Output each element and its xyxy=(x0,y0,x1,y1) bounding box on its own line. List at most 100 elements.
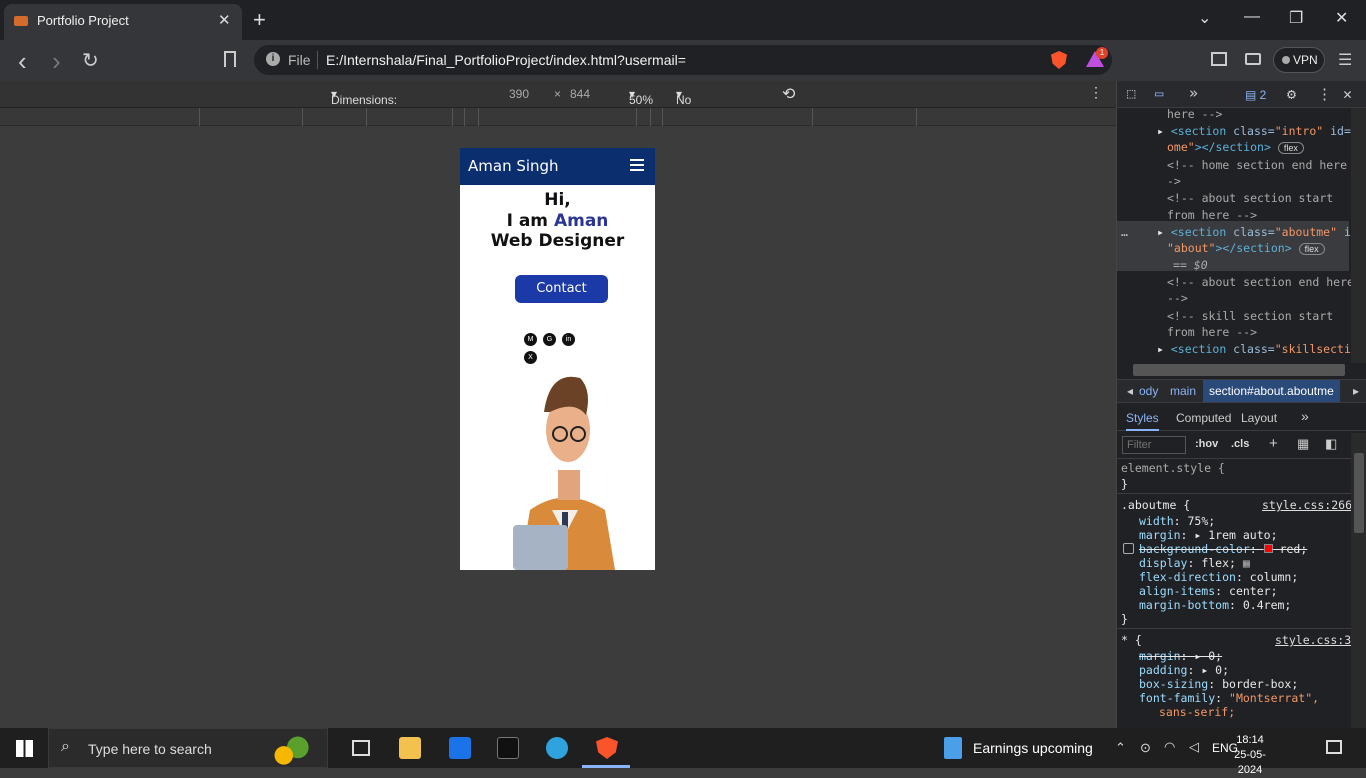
mail-icon[interactable] xyxy=(449,737,471,759)
devtools-panel: ⬚ ▭ » ▤ 2 ⚙ ⋮ ✕ here --> ▸ <section clas… xyxy=(1116,81,1366,728)
close-devtools-icon[interactable]: ✕ xyxy=(1343,85,1352,103)
github-icon[interactable]: G xyxy=(543,333,556,346)
rule-aboutme-source[interactable]: style.css:266 xyxy=(1262,498,1352,512)
tree-node-aboutme[interactable]: ▸ <section class="aboutme" id= xyxy=(1157,225,1365,239)
rule-close: } xyxy=(1121,612,1128,626)
toggle-sidebar-icon[interactable]: ◧ xyxy=(1325,436,1337,452)
cls-toggle[interactable]: .cls xyxy=(1231,438,1249,450)
height-input[interactable]: 844 xyxy=(570,87,590,101)
medium-icon[interactable]: M xyxy=(524,333,537,346)
css-declaration[interactable]: margin: ▸ 1rem auto; xyxy=(1139,528,1278,542)
intro-hi: Hi, xyxy=(544,190,571,210)
css-declaration[interactable]: display: flex; ▦ xyxy=(1139,556,1250,570)
color-swatch[interactable] xyxy=(1263,544,1273,553)
css-declaration[interactable]: padding: ▸ 0; xyxy=(1139,663,1229,677)
devtools-menu-icon[interactable]: ⋮ xyxy=(1317,85,1332,103)
css-declaration-overridden[interactable]: margin: ▸ 0; xyxy=(1139,649,1222,663)
linkedin-icon[interactable]: in xyxy=(562,333,575,346)
forward-button[interactable]: › xyxy=(52,46,61,77)
breadcrumb-prev-icon[interactable]: ◂ xyxy=(1127,384,1133,398)
declaration-checkbox[interactable] xyxy=(1123,543,1134,554)
rotate-icon[interactable]: ⟲ xyxy=(782,84,795,104)
wifi-icon[interactable]: ◠ xyxy=(1164,739,1175,755)
breadcrumb-item-active[interactable]: section#about.aboutme xyxy=(1203,380,1340,402)
file-explorer-icon[interactable] xyxy=(399,737,421,759)
filter-input[interactable] xyxy=(1122,436,1186,454)
clock[interactable]: 18:14 25-05-2024 xyxy=(1230,733,1270,778)
rule-element-style[interactable]: element.style { xyxy=(1121,461,1225,475)
css-declaration[interactable]: box-sizing: border-box; xyxy=(1139,677,1298,691)
issues-button[interactable]: ▤ 2 xyxy=(1245,88,1266,102)
css-declaration-disabled[interactable]: background-color: red; xyxy=(1139,542,1307,556)
news-widget-label[interactable]: Earnings upcoming xyxy=(973,740,1093,756)
settings-gear-icon[interactable]: ⚙ xyxy=(1287,85,1296,103)
row-ellipsis-icon[interactable]: … xyxy=(1121,225,1128,239)
window-close-button[interactable]: ✕ xyxy=(1335,8,1348,28)
volume-icon[interactable]: ◁ xyxy=(1189,739,1199,755)
media-query-ruler[interactable] xyxy=(0,108,1116,126)
rule-aboutme-selector[interactable]: .aboutme { xyxy=(1121,498,1190,512)
brave-shields-icon[interactable] xyxy=(1051,51,1067,69)
browser-tab[interactable]: Portfolio Project ✕ xyxy=(4,4,242,40)
styles-scrollbar[interactable] xyxy=(1351,433,1366,728)
more-options-icon[interactable]: ⋮ xyxy=(1089,84,1103,101)
breadcrumb-item[interactable]: main xyxy=(1170,384,1196,398)
close-tab-icon[interactable]: ✕ xyxy=(218,11,231,29)
hamburger-menu-icon[interactable] xyxy=(630,159,644,174)
notification-icon[interactable] xyxy=(1326,740,1342,754)
contact-button[interactable]: Contact xyxy=(515,275,608,303)
wallet-icon[interactable] xyxy=(1245,53,1261,65)
css-declaration[interactable]: flex-direction: column; xyxy=(1139,570,1298,584)
throttling-select[interactable]: No throttling ▾ xyxy=(676,87,722,121)
restore-button[interactable]: ❐ xyxy=(1289,8,1303,28)
zoom-select[interactable]: 50% ▾ xyxy=(629,87,653,107)
back-button[interactable]: ‹ xyxy=(18,46,27,77)
elements-scrollbar[interactable] xyxy=(1351,108,1366,363)
tab-layout[interactable]: Layout xyxy=(1241,411,1277,425)
width-input[interactable]: 390 xyxy=(509,87,529,101)
css-declaration[interactable]: font-family: "Montserrat", xyxy=(1139,691,1319,705)
info-icon[interactable]: i xyxy=(266,52,280,66)
site-logo[interactable]: Aman Singh xyxy=(468,157,559,175)
edge-icon[interactable] xyxy=(546,737,568,759)
rule-universal-source[interactable]: style.css:3 xyxy=(1275,633,1351,647)
add-rule-icon[interactable]: + xyxy=(1269,435,1278,452)
windows-start-icon[interactable] xyxy=(16,740,33,757)
search-highlight-icon xyxy=(267,733,323,765)
url-text[interactable]: E:/Internshala/Final_PortfolioProject/in… xyxy=(326,52,686,68)
device-select[interactable]: Dimensions: iPhone 12 Pro ▾ xyxy=(331,87,397,135)
vpn-button[interactable]: VPN xyxy=(1273,47,1325,73)
minimize-button[interactable]: — xyxy=(1244,8,1260,26)
sidebar-icon[interactable] xyxy=(1211,52,1227,66)
hov-toggle[interactable]: :hov xyxy=(1195,438,1218,450)
tab-search-icon[interactable]: ⌄ xyxy=(1198,8,1211,28)
new-tab-button[interactable]: + xyxy=(253,7,266,33)
tray-chevron-icon[interactable]: ⌃ xyxy=(1115,740,1126,756)
tree-node-intro[interactable]: ▸ <section class="intro" id="h xyxy=(1157,124,1365,138)
css-declaration[interactable]: margin-bottom: 0.4rem; xyxy=(1139,598,1291,612)
menu-icon[interactable]: ☰ xyxy=(1338,50,1352,70)
tab-computed[interactable]: Computed xyxy=(1176,411,1231,425)
paint-icon[interactable]: ▦ xyxy=(1297,436,1309,452)
css-declaration[interactable]: width: 75%; xyxy=(1139,514,1215,528)
taskbar-search[interactable]: ⌕ Type here to search xyxy=(48,728,328,768)
terminal-icon[interactable] xyxy=(497,737,519,759)
horizontal-scrollbar[interactable] xyxy=(1133,364,1345,376)
bookmark-icon[interactable] xyxy=(224,51,236,67)
news-widget-icon[interactable] xyxy=(944,737,962,759)
tray-device-icon[interactable]: ⊙ xyxy=(1140,740,1151,756)
address-bar[interactable]: i File E:/Internshala/Final_PortfolioPro… xyxy=(254,45,1112,75)
breadcrumb-next-icon[interactable]: ▸ xyxy=(1353,384,1359,398)
tree-node-skill[interactable]: ▸ <section class="skillsectio xyxy=(1157,342,1358,356)
inspect-icon[interactable]: ⬚ xyxy=(1127,86,1135,102)
device-mode-icon[interactable]: ▭ xyxy=(1155,86,1163,102)
more-tabs-icon[interactable]: » xyxy=(1189,84,1198,102)
breadcrumb-item[interactable]: ody xyxy=(1139,384,1158,398)
reload-button[interactable]: ↻ xyxy=(82,48,99,73)
rule-universal-selector[interactable]: * { xyxy=(1121,633,1142,647)
flex-editor-icon[interactable]: ▦ xyxy=(1243,556,1250,570)
task-view-icon[interactable] xyxy=(352,740,370,756)
css-declaration[interactable]: align-items: center; xyxy=(1139,584,1278,598)
more-subtabs-icon[interactable]: » xyxy=(1301,408,1309,424)
tab-styles[interactable]: Styles xyxy=(1126,411,1159,431)
